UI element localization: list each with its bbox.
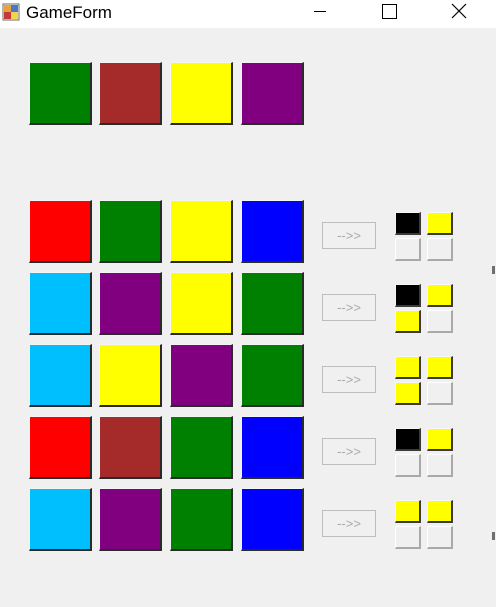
guess-4-peg-2[interactable] bbox=[99, 416, 162, 479]
feedback-5-peg-2 bbox=[427, 500, 453, 523]
feedback-5-peg-3 bbox=[395, 526, 421, 549]
guess-2-peg-2[interactable] bbox=[99, 272, 162, 335]
guess-2-peg-1[interactable] bbox=[29, 272, 92, 335]
feedback-2-peg-2 bbox=[427, 284, 453, 307]
feedback-5-peg-4 bbox=[427, 526, 453, 549]
secret-peg-1 bbox=[29, 62, 92, 125]
minimize-button[interactable] bbox=[297, 0, 343, 26]
submit-guess-5-button[interactable]: -->> bbox=[322, 510, 376, 537]
feedback-2-peg-1 bbox=[395, 284, 421, 307]
minimize-icon bbox=[314, 11, 326, 12]
feedback-1-peg-1 bbox=[395, 212, 421, 235]
guess-1-peg-3[interactable] bbox=[170, 200, 233, 263]
guess-3-peg-1[interactable] bbox=[29, 344, 92, 407]
feedback-3-peg-2 bbox=[427, 356, 453, 379]
guess-4-peg-3[interactable] bbox=[170, 416, 233, 479]
guess-3-peg-2[interactable] bbox=[99, 344, 162, 407]
guess-5-peg-2[interactable] bbox=[99, 488, 162, 551]
feedback-3-peg-3 bbox=[395, 382, 421, 405]
submit-guess-1-button[interactable]: -->> bbox=[322, 222, 376, 249]
maximize-button[interactable] bbox=[366, 0, 412, 26]
edge-mark bbox=[492, 266, 495, 274]
guess-1-peg-2[interactable] bbox=[99, 200, 162, 263]
feedback-1-peg-3 bbox=[395, 238, 421, 261]
app-icon bbox=[2, 3, 20, 21]
guess-5-peg-3[interactable] bbox=[170, 488, 233, 551]
secret-peg-3 bbox=[170, 62, 233, 125]
guess-5-peg-1[interactable] bbox=[29, 488, 92, 551]
feedback-1-peg-2 bbox=[427, 212, 453, 235]
submit-guess-4-button[interactable]: -->> bbox=[322, 438, 376, 465]
game-area: -->> -->> -->> -->> -->> bbox=[0, 28, 496, 607]
guess-2-peg-4[interactable] bbox=[241, 272, 304, 335]
guess-2-peg-3[interactable] bbox=[170, 272, 233, 335]
feedback-3-peg-4 bbox=[427, 382, 453, 405]
feedback-3-peg-1 bbox=[395, 356, 421, 379]
secret-peg-4 bbox=[241, 62, 304, 125]
feedback-1-peg-4 bbox=[427, 238, 453, 261]
feedback-2-peg-4 bbox=[427, 310, 453, 333]
edge-mark bbox=[492, 532, 495, 540]
guess-4-peg-1[interactable] bbox=[29, 416, 92, 479]
window-title: GameForm bbox=[26, 3, 112, 22]
guess-3-peg-4[interactable] bbox=[241, 344, 304, 407]
feedback-4-peg-3 bbox=[395, 454, 421, 477]
feedback-2-peg-3 bbox=[395, 310, 421, 333]
maximize-icon bbox=[382, 4, 397, 19]
close-button[interactable] bbox=[436, 0, 482, 26]
submit-guess-3-button[interactable]: -->> bbox=[322, 366, 376, 393]
guess-4-peg-4[interactable] bbox=[241, 416, 304, 479]
guess-1-peg-4[interactable] bbox=[241, 200, 304, 263]
guess-5-peg-4[interactable] bbox=[241, 488, 304, 551]
guess-1-peg-1[interactable] bbox=[29, 200, 92, 263]
feedback-4-peg-4 bbox=[427, 454, 453, 477]
feedback-5-peg-1 bbox=[395, 500, 421, 523]
close-icon bbox=[451, 3, 467, 19]
title-bar: GameForm bbox=[0, 0, 496, 28]
feedback-4-peg-1 bbox=[395, 428, 421, 451]
secret-peg-2 bbox=[99, 62, 162, 125]
submit-guess-2-button[interactable]: -->> bbox=[322, 294, 376, 321]
guess-3-peg-3[interactable] bbox=[170, 344, 233, 407]
feedback-4-peg-2 bbox=[427, 428, 453, 451]
